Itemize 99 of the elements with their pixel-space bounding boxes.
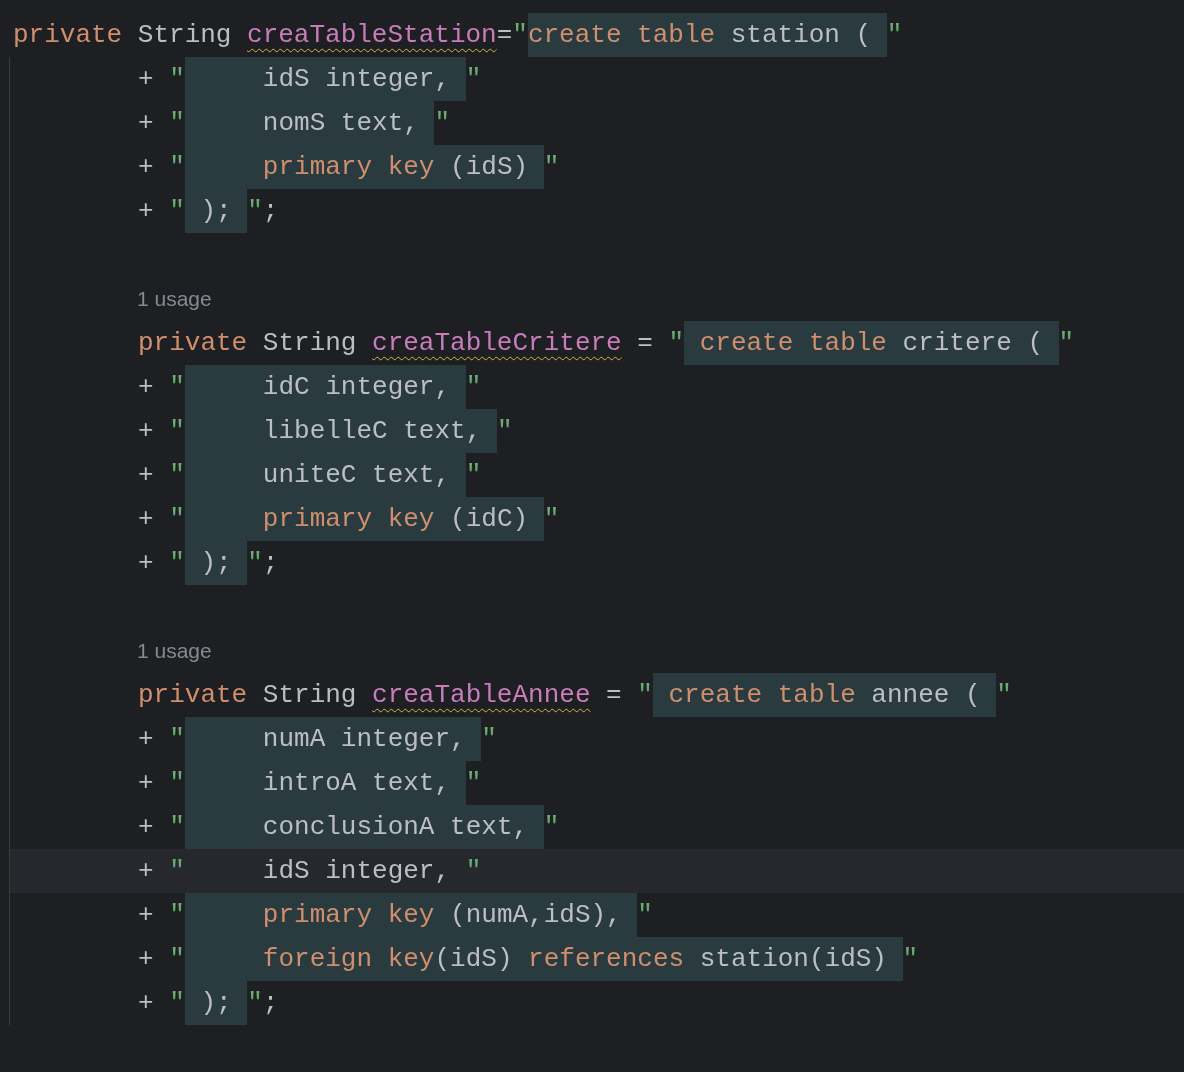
code-text: ); bbox=[184, 189, 248, 233]
code-text: + bbox=[138, 195, 155, 228]
code-text: + bbox=[138, 151, 155, 184]
string-quote: " bbox=[465, 63, 482, 96]
code-text: = bbox=[636, 327, 654, 360]
code-text: ); bbox=[184, 541, 248, 585]
string-quote: " bbox=[169, 987, 185, 1020]
code-text: ); bbox=[184, 981, 248, 1025]
code-text: + bbox=[138, 987, 155, 1020]
string-quote: " bbox=[169, 503, 185, 536]
string-quote: " bbox=[169, 371, 185, 404]
code-text: + bbox=[138, 855, 155, 888]
keyword-text: create table bbox=[652, 673, 856, 717]
string-quote: " bbox=[496, 415, 513, 448]
code-text: station(idS) bbox=[684, 937, 903, 981]
keyword-text: private bbox=[138, 679, 248, 712]
field-name: creaTableCritere bbox=[372, 327, 622, 360]
code-text: station ( bbox=[715, 13, 887, 57]
code-text: ; bbox=[262, 547, 279, 580]
code-text: (idS) bbox=[434, 937, 529, 981]
keyword-text: references bbox=[528, 937, 685, 981]
string-quote: " bbox=[169, 547, 185, 580]
code-text: + bbox=[138, 723, 155, 756]
code-text: ; bbox=[262, 195, 279, 228]
string-quote: " bbox=[169, 459, 185, 492]
string-quote: " bbox=[637, 899, 653, 932]
string-quote: " bbox=[169, 63, 185, 96]
string-quote: " bbox=[247, 195, 263, 228]
string-quote: " bbox=[668, 327, 685, 360]
string-quote: " bbox=[543, 503, 560, 536]
code-text: (numA,idS), bbox=[434, 893, 638, 937]
string-quote: " bbox=[481, 723, 497, 756]
field-name: creaTableAnnee bbox=[372, 679, 591, 712]
string-quote: " bbox=[169, 107, 185, 140]
string-quote: " bbox=[637, 679, 653, 712]
code-text: + bbox=[138, 63, 155, 96]
code-text: + bbox=[138, 107, 155, 140]
code-text: idS integer, bbox=[184, 57, 466, 101]
code-text: + bbox=[138, 899, 155, 932]
code-text: annee ( bbox=[855, 673, 997, 717]
code-text: String bbox=[136, 19, 233, 52]
code-text: + bbox=[138, 943, 155, 976]
string-quote: " bbox=[169, 943, 185, 976]
code-text: + bbox=[138, 415, 155, 448]
string-quote: " bbox=[543, 151, 560, 184]
code-text: introA text, bbox=[184, 761, 466, 805]
string-quote: " bbox=[543, 811, 560, 844]
string-quote: " bbox=[465, 855, 482, 888]
string-quote: " bbox=[1058, 327, 1075, 360]
string-quote: " bbox=[169, 899, 185, 932]
code-text: libelleC text, bbox=[184, 409, 497, 453]
string-quote: " bbox=[465, 459, 482, 492]
code-text: idC integer, bbox=[184, 365, 466, 409]
code-text: + bbox=[138, 371, 155, 404]
code-text: + bbox=[138, 459, 155, 492]
string-quote: " bbox=[902, 943, 919, 976]
string-quote: " bbox=[169, 195, 185, 228]
string-quote: " bbox=[434, 107, 451, 140]
code-text: + bbox=[138, 547, 155, 580]
code-text: numA integer, bbox=[184, 717, 482, 761]
code-text: + bbox=[138, 503, 155, 536]
string-quote: " bbox=[169, 151, 185, 184]
string-quote: " bbox=[465, 767, 482, 800]
usage-hint: 1 usage bbox=[136, 286, 213, 312]
code-text: String bbox=[261, 679, 358, 712]
keyword-text: private bbox=[13, 19, 123, 52]
string-quote: " bbox=[169, 723, 185, 756]
keyword-text: primary key bbox=[184, 497, 435, 541]
code-text: ; bbox=[262, 987, 279, 1020]
code-text: (idC) bbox=[434, 497, 544, 541]
keyword-text: private bbox=[138, 327, 248, 360]
keyword-text: foreign key bbox=[184, 937, 435, 981]
code-text: critere ( bbox=[886, 321, 1059, 365]
code-text: = bbox=[605, 679, 623, 712]
keyword-text: primary key bbox=[184, 145, 435, 189]
string-quote: " bbox=[512, 19, 528, 52]
keyword-text: create table bbox=[527, 13, 716, 57]
string-quote: " bbox=[886, 19, 903, 52]
string-quote: " bbox=[247, 987, 263, 1020]
code-text: uniteC text, bbox=[184, 453, 466, 497]
usage-hint: 1 usage bbox=[136, 638, 213, 664]
string-quote: " bbox=[169, 855, 185, 888]
code-text: (idS) bbox=[434, 145, 544, 189]
code-text: = bbox=[496, 19, 513, 52]
string-quote: " bbox=[465, 371, 482, 404]
keyword-text: create table bbox=[684, 321, 887, 365]
code-text: + bbox=[138, 811, 155, 844]
field-name: creaTableStation bbox=[247, 19, 497, 52]
code-text: conclusionA text, bbox=[184, 805, 544, 849]
code-text: String bbox=[261, 327, 358, 360]
string-quote: " bbox=[169, 415, 185, 448]
string-quote: " bbox=[169, 767, 185, 800]
code-text: nomS text, bbox=[184, 101, 435, 145]
code-text: idS integer, bbox=[261, 855, 452, 888]
string-quote: " bbox=[247, 547, 263, 580]
string-quote: " bbox=[996, 679, 1012, 712]
keyword-text: primary key bbox=[184, 893, 435, 937]
code-text: + bbox=[138, 767, 155, 800]
string-quote: " bbox=[169, 811, 185, 844]
